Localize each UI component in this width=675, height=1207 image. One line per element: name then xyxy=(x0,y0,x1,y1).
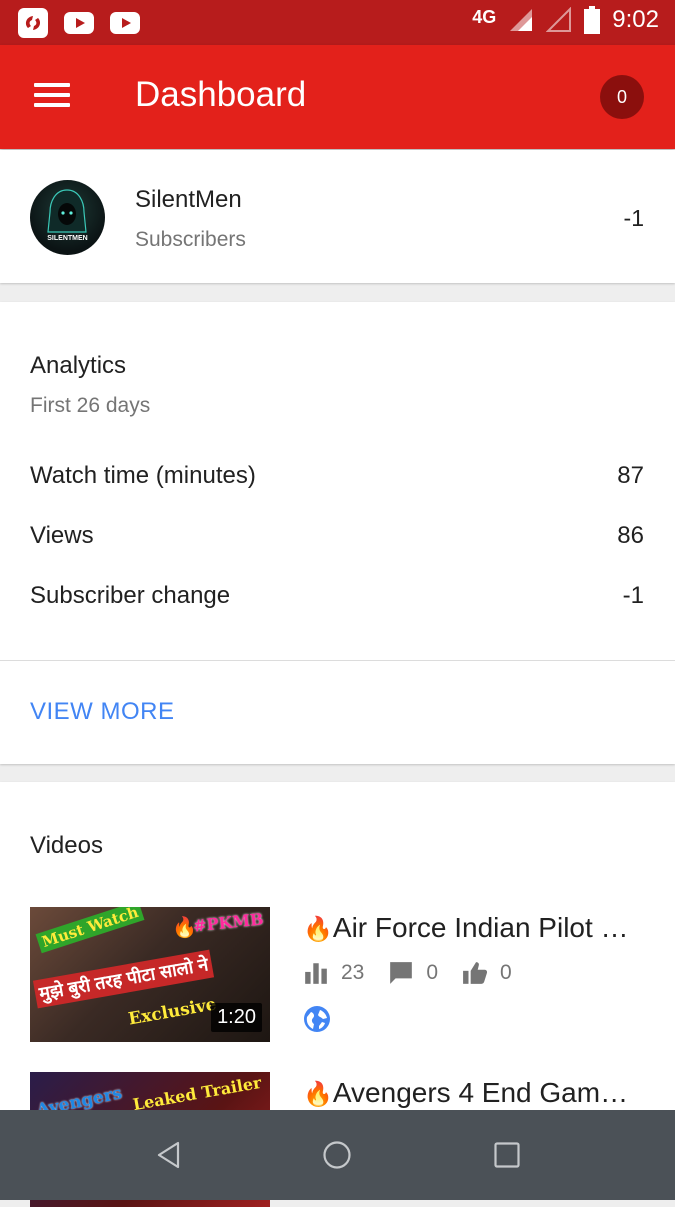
metric-label: Subscriber change xyxy=(30,582,231,609)
video-title[interactable]: 🔥Air Force Indian Pilot … xyxy=(303,912,648,944)
saavn-icon xyxy=(18,8,48,38)
metric-value: -1 xyxy=(622,582,644,609)
thumb-exclusive: Exclusive xyxy=(126,994,219,1030)
navigation-bar xyxy=(0,1110,675,1200)
bar-chart-icon xyxy=(305,963,327,984)
divider xyxy=(0,660,675,661)
page-title: Dashboard xyxy=(135,75,307,114)
channel-card[interactable]: SILENTMEN SilentMen Subscribers -1 xyxy=(0,150,675,283)
home-icon[interactable] xyxy=(322,1140,352,1170)
system-icons: 4G 9:02 xyxy=(472,6,659,34)
analytics-row-subscriber-change: Subscriber change -1 xyxy=(30,582,644,616)
subscribers-count: -1 xyxy=(623,205,644,231)
analytics-row-watch-time: Watch time (minutes) 87 xyxy=(30,462,644,496)
notifications-badge[interactable]: 0 xyxy=(600,75,644,119)
notification-icons xyxy=(18,8,140,38)
fire-icon: 🔥 xyxy=(303,1081,333,1108)
analytics-row-views: Views 86 xyxy=(30,522,644,556)
video-stats: 23 0 0 xyxy=(303,960,536,986)
metric-label: Views xyxy=(30,522,94,549)
clock: 9:02 xyxy=(612,6,659,33)
youtube-icon xyxy=(110,12,140,34)
signal-icon xyxy=(510,9,533,31)
analytics-period: First 26 days xyxy=(30,394,151,417)
video-title-text: Air Force Indian Pilot … xyxy=(332,912,629,943)
network-type: 4G xyxy=(472,6,497,27)
thumb-tag: Leaked Trailer xyxy=(131,1072,263,1115)
views-count: 23 xyxy=(341,961,365,984)
signal-empty-icon xyxy=(546,7,572,32)
video-title-text: Avengers 4 End Gam… xyxy=(332,1077,629,1108)
menu-icon[interactable] xyxy=(34,83,70,111)
channel-avatar: SILENTMEN xyxy=(30,180,105,255)
fire-icon: 🔥 xyxy=(303,916,333,943)
thumb-banner: Must Watch xyxy=(35,907,145,954)
likes-count: 0 xyxy=(500,961,512,984)
battery-icon xyxy=(584,6,601,34)
video-thumbnail[interactable]: Must Watch 🔥 #PKMB मुझे बुरी तरह पीटा सा… xyxy=(30,907,270,1042)
avatar-logo-text: SILENTMEN xyxy=(47,235,87,242)
back-icon[interactable] xyxy=(154,1140,184,1170)
view-more-button[interactable]: VIEW MORE xyxy=(30,698,175,726)
comments-count: 0 xyxy=(426,961,439,984)
video-duration: 1:20 xyxy=(211,1003,262,1032)
videos-title: Videos xyxy=(30,832,103,859)
youtube-icon xyxy=(64,12,94,34)
analytics-title: Analytics xyxy=(30,352,127,379)
channel-name: SilentMen xyxy=(135,186,242,213)
analytics-card: Analytics First 26 days Watch time (minu… xyxy=(0,302,675,764)
metric-label: Watch time (minutes) xyxy=(30,462,256,489)
subscribers-label: Subscribers xyxy=(135,228,246,251)
thumb-tag: #PKMB xyxy=(192,909,265,936)
thumbs-up-icon xyxy=(463,962,488,984)
comment-icon xyxy=(390,962,413,984)
globe-icon xyxy=(304,1006,330,1032)
status-bar: 4G 9:02 xyxy=(0,0,675,45)
app-bar: Dashboard 0 xyxy=(0,45,675,149)
video-title[interactable]: 🔥Avengers 4 End Gam… xyxy=(303,1077,648,1109)
metric-value: 87 xyxy=(617,462,644,489)
videos-card: Videos Must Watch 🔥 #PKMB मुझे बुरी तरह … xyxy=(0,782,675,1207)
recents-icon[interactable] xyxy=(492,1140,522,1170)
metric-value: 86 xyxy=(617,522,644,549)
